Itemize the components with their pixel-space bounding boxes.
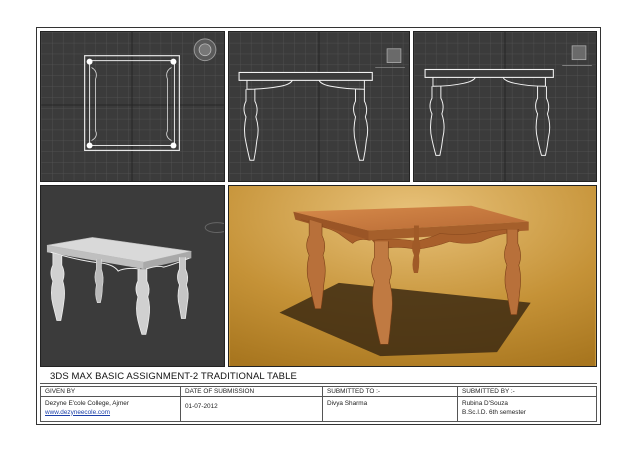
perspective-view-drawing <box>41 186 224 366</box>
perspective-viewport[interactable] <box>40 185 225 367</box>
top-viewport[interactable] <box>40 31 225 182</box>
rendered-table-image <box>230 186 595 366</box>
top-view-drawing <box>41 32 224 181</box>
assignment-title: 3DS MAX BASIC ASSIGNMENT-2 TRADITIONAL T… <box>50 371 297 382</box>
submitted-by-value: Rubina D'Souza B.Sc.I.D. 6th semester <box>462 400 526 417</box>
submitted-by-header: SUBMITTED BY :- <box>458 387 596 397</box>
submitted-by-cell: SUBMITTED BY :- Rubina D'Souza B.Sc.I.D.… <box>458 387 596 421</box>
render-viewport[interactable] <box>228 185 597 367</box>
left-viewport[interactable] <box>413 31 597 182</box>
date-header: DATE OF SUBMISSION <box>181 387 322 397</box>
college-website-link[interactable]: www.dezyneecole.com <box>45 409 129 418</box>
college-name: Dezyne E'cole College, Ajmer <box>45 400 129 407</box>
info-table: GIVEN BY Dezyne E'cole College, Ajmer ww… <box>40 386 597 422</box>
student-course: B.Sc.I.D. 6th semester <box>462 408 526 416</box>
submitted-to-value: Divya Sharma <box>327 400 368 407</box>
front-viewport[interactable] <box>228 31 410 182</box>
student-name: Rubina D'Souza <box>462 400 508 407</box>
left-view-drawing <box>414 32 596 181</box>
submitted-to-cell: SUBMITTED TO :- Divya Sharma <box>323 387 458 421</box>
given-by-cell: GIVEN BY Dezyne E'cole College, Ajmer ww… <box>41 387 181 421</box>
title-strip: 3DS MAX BASIC ASSIGNMENT-2 TRADITIONAL T… <box>40 370 597 384</box>
front-view-drawing <box>229 32 409 181</box>
submitted-to-header: SUBMITTED TO :- <box>323 387 457 397</box>
given-by-header: GIVEN BY <box>41 387 180 397</box>
given-by-value: Dezyne E'cole College, Ajmer www.dezynee… <box>45 400 129 417</box>
date-value: 01-07-2012 <box>185 403 218 410</box>
date-cell: DATE OF SUBMISSION 01-07-2012 <box>181 387 323 421</box>
